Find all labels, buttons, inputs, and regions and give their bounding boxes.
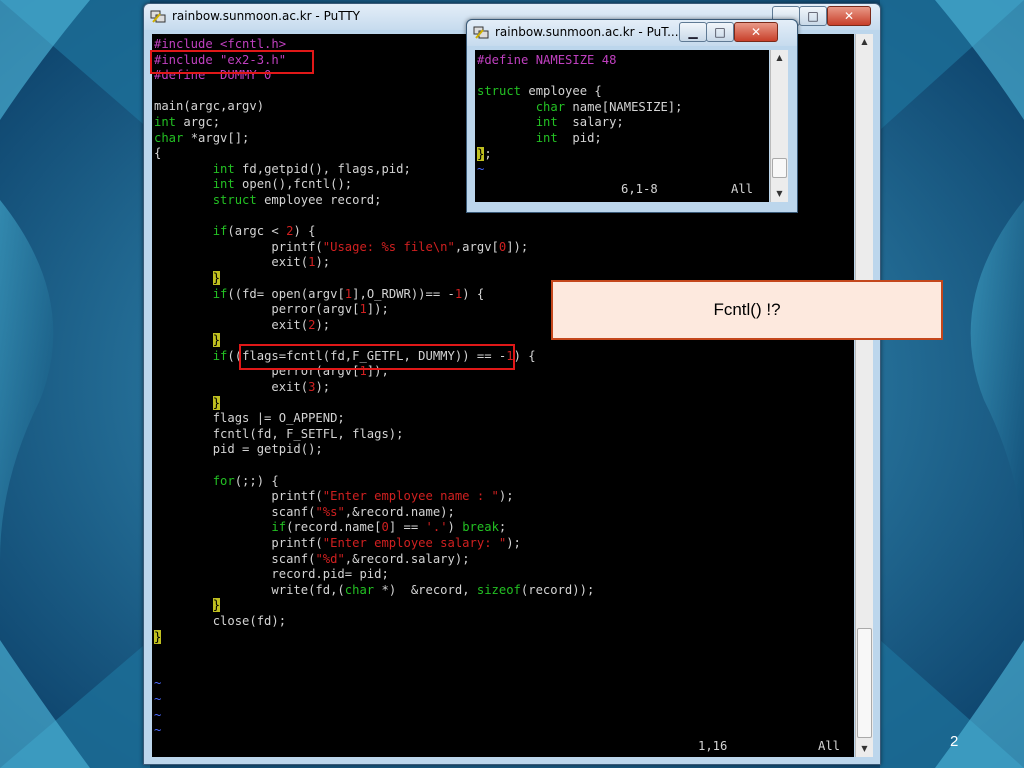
small-scroll-thumb[interactable]	[772, 158, 787, 178]
main-status-position: 1,16	[698, 739, 728, 753]
main-code-line	[154, 458, 594, 474]
small-code-line	[477, 69, 682, 85]
main-code-line: if(record.name[0] == '.') break;	[271, 520, 507, 535]
main-code-line: }	[212, 395, 221, 410]
putty-icon	[150, 10, 166, 23]
main-window-title: rainbow.sunmoon.ac.kr - PuTTY	[172, 9, 360, 23]
small-terminal[interactable]: #define NAMESIZE 48 struct employee { ch…	[475, 50, 769, 202]
main-code-line: }	[154, 629, 162, 644]
main-code-line: }	[212, 598, 221, 613]
scroll-down-arrow-icon[interactable]: ▼	[771, 186, 788, 202]
main-code-line: }	[212, 270, 221, 285]
main-close-button[interactable]: ✕	[827, 6, 871, 26]
main-status-all: All	[818, 739, 841, 753]
small-code-line: };	[477, 146, 492, 161]
main-code-line: printf("Usage: %s file\n",argv[0]);	[154, 239, 529, 254]
small-code-line: int pid;	[535, 130, 602, 145]
main-code-line: ~	[154, 691, 162, 706]
fcntl-callout: Fcntl() !?	[551, 280, 943, 340]
main-scroll-thumb[interactable]	[857, 628, 872, 738]
main-code-line: for(;;) {	[212, 473, 279, 488]
small-scrollbar[interactable]: ▲ ▼	[770, 50, 788, 202]
scroll-up-arrow-icon[interactable]: ▲	[856, 34, 873, 50]
putty-small-window[interactable]: rainbow.sunmoon.ac.kr - PuT... ▁ □ ✕ #de…	[466, 19, 798, 213]
main-code-line: if(argc < 2) {	[212, 224, 316, 239]
main-code-line: if((fd= open(argv[1],O_RDWR))== -1) {	[212, 286, 485, 301]
small-status-all: All	[731, 182, 754, 196]
main-code-line: perror(argv[1]);	[154, 302, 389, 317]
main-maximize-button[interactable]: □	[799, 6, 827, 26]
main-code-line: ~	[154, 707, 162, 722]
main-scrollbar[interactable]: ▲ ▼	[855, 34, 873, 757]
slide-number: 2	[950, 733, 959, 750]
main-code-line: exit(1);	[154, 255, 331, 270]
fcntl-highlight-box	[239, 344, 515, 370]
small-code-line: ~	[477, 162, 485, 177]
small-code-view: #define NAMESIZE 48 struct employee { ch…	[477, 53, 682, 178]
small-code-line: int salary;	[535, 115, 624, 130]
scroll-down-arrow-icon[interactable]: ▼	[856, 741, 873, 757]
main-code-line	[154, 645, 594, 661]
main-code-line: exit(2);	[154, 317, 331, 332]
main-code-line: printf("Enter employee name : ");	[154, 489, 514, 504]
main-code-line: exit(3);	[154, 380, 331, 395]
main-code-line	[154, 661, 594, 677]
callout-text: Fcntl() !?	[713, 300, 781, 319]
main-code-line: ~	[154, 676, 162, 691]
main-code-line: scanf("%s",&record.name);	[154, 504, 455, 519]
small-minimize-button[interactable]: ▁	[679, 22, 707, 42]
small-code-line: struct employee {	[477, 84, 602, 99]
small-status-position: 6,1-8	[621, 182, 658, 196]
main-code-line: record.pid= pid;	[154, 567, 389, 582]
main-code-line: write(fd,(char *) &record, sizeof(record…	[154, 582, 595, 597]
main-code-line: scanf("%d",&record.salary);	[154, 551, 470, 566]
scroll-up-arrow-icon[interactable]: ▲	[771, 50, 788, 66]
main-code-line: close(fd);	[154, 613, 287, 628]
small-titlebar[interactable]: rainbow.sunmoon.ac.kr - PuT... ▁ □ ✕	[467, 20, 797, 46]
small-code-line: char name[NAMESIZE];	[535, 99, 683, 114]
small-code-line: #define NAMESIZE 48	[477, 53, 617, 67]
main-code-line: flags |= O_APPEND;	[154, 411, 345, 426]
main-code-line: printf("Enter employee salary: ");	[154, 536, 521, 550]
main-code-line: fcntl(fd, F_SETFL, flags);	[154, 426, 404, 441]
main-code-line: ~	[154, 723, 162, 738]
small-maximize-button[interactable]: □	[706, 22, 734, 42]
putty-icon	[473, 26, 489, 39]
small-close-button[interactable]: ✕	[734, 22, 778, 42]
include-highlight-box	[150, 50, 314, 74]
main-code-line: pid = getpid();	[154, 442, 323, 457]
small-window-title: rainbow.sunmoon.ac.kr - PuT...	[495, 25, 679, 39]
